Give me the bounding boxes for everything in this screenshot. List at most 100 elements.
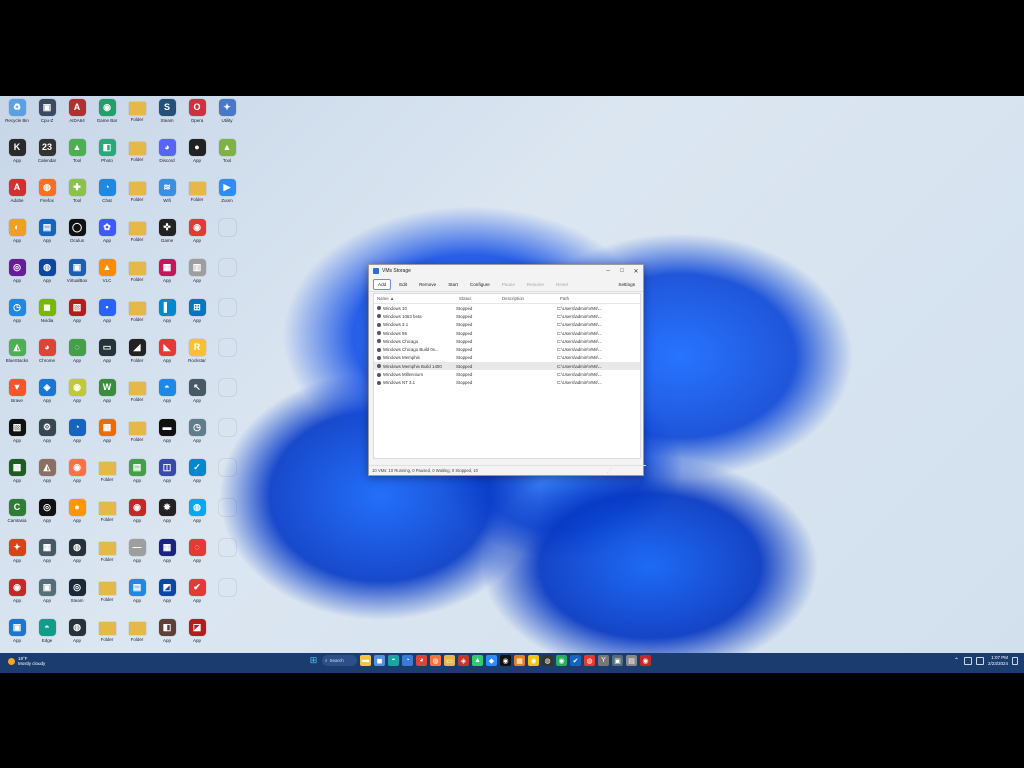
desktop-icon[interactable]: ◉ App — [182, 216, 212, 256]
desktop-icon[interactable]: Folder — [92, 456, 122, 496]
desktop-icon[interactable]: ◍ App — [62, 536, 92, 576]
desktop-icon[interactable]: ◌ App — [62, 336, 92, 376]
desktop-icon[interactable]: ▭ App — [92, 336, 122, 376]
desktop-icon[interactable]: ◢ Folder — [122, 336, 152, 376]
notification-icon[interactable] — [1012, 656, 1018, 665]
desktop-icon[interactable]: ✔ App — [182, 576, 212, 616]
desktop-icon[interactable]: ◍ App — [182, 496, 212, 536]
desktop-icon[interactable]: ◧ Photo — [92, 136, 122, 176]
desktop-icon[interactable]: S Steam — [152, 96, 182, 136]
desktop-icon[interactable]: Folder — [122, 296, 152, 336]
taskbar-app-app-icon[interactable]: ✔ — [570, 655, 581, 666]
vm-row[interactable]: Windows Chicago Stopped C:\Users\admin\VMs… — [374, 337, 640, 345]
desktop-icon[interactable]: ⚙ App — [32, 416, 62, 456]
desktop-icon[interactable]: — App — [122, 536, 152, 576]
taskbar-app-files-icon[interactable]: ▬ — [360, 655, 371, 666]
desktop-icon[interactable]: Folder — [122, 376, 152, 416]
desktop-icon[interactable]: ⊞ App — [182, 296, 212, 336]
desktop-icon[interactable]: ◕ Chrome — [32, 336, 62, 376]
taskbar-app-app-icon[interactable]: ◆ — [486, 655, 497, 666]
desktop-icon[interactable]: ▲ Tool — [212, 136, 242, 176]
desktop-icon[interactable]: Folder — [122, 256, 152, 296]
desktop-icon[interactable]: ▶ Zoom — [212, 176, 242, 216]
desktop-icon[interactable]: ◩ App — [152, 576, 182, 616]
taskbar-app-chrome-icon[interactable]: ◕ — [416, 655, 427, 666]
desktop-icon[interactable]: ◧ App — [152, 616, 182, 656]
configure-button[interactable]: Configure — [466, 280, 494, 289]
vm-row[interactable]: Windows Millennium Stopped C:\Users\admin\… — [374, 370, 640, 378]
desktop-icon[interactable]: ◎ App — [2, 256, 32, 296]
desktop-icon[interactable]: Folder — [122, 136, 152, 176]
desktop-icon[interactable]: W App — [92, 376, 122, 416]
weather-widget[interactable]: 18°F Mostly cloudy — [8, 656, 45, 666]
desktop-icon[interactable]: ▣ App — [2, 616, 32, 656]
taskbar-app-app-icon[interactable]: ▣ — [612, 655, 623, 666]
taskbar-app-edge-icon[interactable]: ◓ — [388, 655, 399, 666]
vm-row[interactable]: Windows Memphis Build 1400 Stopped C:\User… — [374, 362, 640, 371]
desktop-icon[interactable]: ◷ App — [2, 296, 32, 336]
desktop-icon[interactable]: ◉ Game Bar — [92, 96, 122, 136]
desktop-icon[interactable]: ▦ App — [152, 536, 182, 576]
vm-row[interactable]: Windows 1063 beta Stopped C:\Users\admin\V… — [374, 312, 640, 320]
desktop-icon[interactable]: ↖ App — [182, 376, 212, 416]
desktop-icon[interactable]: ◭ BlueStacks — [2, 336, 32, 376]
desktop-icon[interactable]: ◷ App — [182, 416, 212, 456]
vm-list[interactable]: Name ▲ Status Description Path Windows 1… — [373, 293, 641, 459]
taskbar-app-app-icon[interactable]: ◍ — [584, 655, 595, 666]
desktop-icon[interactable]: ◎ App — [32, 496, 62, 536]
desktop-icon[interactable]: A Adobe — [2, 176, 32, 216]
desktop-icon[interactable]: ✦ Utility — [212, 96, 242, 136]
desktop-icon[interactable]: R Rockstar — [182, 336, 212, 376]
desktop-icon[interactable]: ▦ App — [152, 256, 182, 296]
desktop-icon[interactable]: Folder — [122, 176, 152, 216]
pause-button[interactable]: Pause — [498, 280, 519, 289]
taskbar-app-app-icon[interactable]: ◼ — [374, 655, 385, 666]
edit-button[interactable]: Edit — [395, 280, 411, 289]
start-menu-icon[interactable]: ⊞ — [308, 655, 319, 666]
close-button[interactable]: ✕ — [629, 265, 643, 277]
desktop-icon[interactable]: O Opera — [182, 96, 212, 136]
taskbar-app-explorer-icon[interactable]: ▭ — [444, 655, 455, 666]
taskbar-app-app-icon[interactable]: ◉ — [640, 655, 651, 666]
column-header-status[interactable]: Status — [459, 296, 502, 301]
desktop-icon[interactable]: ◕ Discord — [152, 136, 182, 176]
desktop-icon[interactable]: ▩ App — [92, 416, 122, 456]
desktop-icon[interactable]: ✓ App — [182, 456, 212, 496]
desktop-icon[interactable]: ◎ Steam — [62, 576, 92, 616]
vm-row[interactable]: Windows 3.1 Stopped C:\Users\admin\VMs\... — [374, 321, 640, 329]
volume-icon[interactable] — [975, 656, 984, 665]
desktop-icon[interactable]: ✿ App — [92, 216, 122, 256]
desktop-icon[interactable]: ◔ Chat — [92, 176, 122, 216]
desktop-icon[interactable]: C Camtasia — [2, 496, 32, 536]
desktop-icon[interactable]: ▤ App — [122, 576, 152, 616]
column-header-description[interactable]: Description — [502, 296, 560, 301]
desktop-icon[interactable]: Folder — [122, 96, 152, 136]
desktop-icon[interactable]: ● App — [182, 136, 212, 176]
desktop-icon[interactable]: ▲ VLC — [92, 256, 122, 296]
reset-button[interactable]: Reset — [552, 280, 572, 289]
taskbar-app-app-icon[interactable]: ◉ — [528, 655, 539, 666]
desktop-icon[interactable]: Folder — [92, 496, 122, 536]
desktop-icon[interactable]: ◍ Firefox — [32, 176, 62, 216]
tray-up-arrow-icon[interactable]: ⌃ — [954, 658, 960, 664]
desktop-icon[interactable]: ◈ App — [32, 376, 62, 416]
window-titlebar[interactable]: VMs Storage – □ ✕ — [369, 265, 643, 277]
desktop-icon[interactable]: ▣ VirtualBox — [62, 256, 92, 296]
desktop-icon[interactable]: ▣ App — [32, 576, 62, 616]
desktop-icon[interactable]: 23 Calendar — [32, 136, 62, 176]
desktop-icon[interactable]: ▩ App — [2, 456, 32, 496]
desktop-icon[interactable]: ▲ Tool — [62, 136, 92, 176]
vm-row[interactable]: Windows NT 3.1 Stopped C:\Users\admin\VMs\… — [374, 379, 640, 387]
column-header-path[interactable]: Path — [560, 296, 640, 301]
taskbar-clock[interactable]: 1:07 PM 2/23/2024 — [988, 655, 1008, 666]
taskbar-search[interactable]: ⌕ Search — [322, 655, 357, 666]
taskbar-app-app-icon[interactable]: ▲ — [472, 655, 483, 666]
desktop-icon[interactable]: ● App — [62, 496, 92, 536]
maximize-button[interactable]: □ — [615, 265, 629, 277]
desktop-icon[interactable]: ▣ Cpu-Z — [32, 96, 62, 136]
desktop-icon[interactable]: Folder — [182, 176, 212, 216]
desktop-icon[interactable]: ◣ App — [152, 336, 182, 376]
start-button[interactable]: Start — [444, 280, 462, 289]
desktop-icon[interactable]: ◍ App — [62, 616, 92, 656]
desktop-icon[interactable]: ◓ App — [152, 376, 182, 416]
